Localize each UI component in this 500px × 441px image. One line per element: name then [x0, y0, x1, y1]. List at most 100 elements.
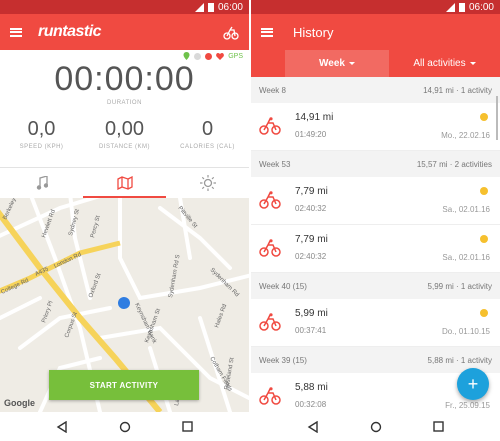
cycling-icon	[259, 387, 281, 405]
map-icon	[116, 176, 133, 190]
google-attribution: Google	[4, 398, 35, 408]
cycling-icon	[259, 191, 281, 209]
activity-date: Fr., 25.09.15	[445, 401, 490, 410]
app-bar: History	[251, 14, 500, 50]
activity-item[interactable]: 5,99 mi 00:37:41 Do., 01.10.15	[251, 299, 500, 347]
distance-value: 0,00	[105, 118, 144, 140]
activity-distance: 7,79 mi	[295, 186, 328, 197]
history-screen: 06:00 History Week All activities Week 8…	[251, 0, 500, 441]
menu-icon[interactable]	[10, 27, 22, 37]
activity-item[interactable]: 14,91 mi 01:49:20 Mo., 22.02.16	[251, 103, 500, 151]
signal-icon	[194, 2, 204, 12]
music-indicator-icon	[205, 52, 213, 60]
sun-icon	[480, 235, 488, 243]
add-activity-button[interactable]: +	[457, 368, 489, 400]
home-icon[interactable]	[370, 421, 382, 433]
speed-value: 0,0	[27, 118, 56, 140]
speed-label: SPEED (KPH)	[19, 144, 64, 150]
week-header: Week 8 14,91 mi · 1 activity	[251, 77, 500, 103]
history-list[interactable]: Week 8 14,91 mi · 1 activity 14,91 mi 01…	[251, 77, 500, 412]
week-label: Week 8	[259, 85, 286, 95]
status-time: 06:00	[217, 1, 243, 13]
back-icon[interactable]	[56, 420, 68, 433]
sun-icon	[480, 309, 488, 317]
week-header: Week 40 (15) 5,99 mi · 1 activity	[251, 273, 500, 299]
activity-filter-label: All activities	[413, 58, 466, 69]
tracker-tabs	[0, 168, 249, 198]
current-location-marker	[118, 297, 130, 309]
activity-date: Do., 01.10.15	[441, 327, 490, 336]
location-icon	[183, 52, 190, 60]
street-hales-rd: Hales Rd	[214, 303, 228, 328]
street-percy-st: Percy St	[90, 215, 102, 239]
week-label: Week 39 (15)	[259, 355, 307, 365]
distance-label: DISTANCE (KM)	[98, 144, 151, 150]
week-filter-dropdown[interactable]: Week	[285, 50, 389, 77]
activity-type-icon[interactable]	[223, 24, 239, 40]
tab-map[interactable]	[83, 168, 166, 198]
recents-icon[interactable]	[182, 421, 194, 432]
status-time: 06:00	[468, 1, 494, 13]
start-activity-button[interactable]: START ACTIVITY	[49, 370, 199, 400]
sensor-indicators: GPS	[183, 52, 243, 60]
week-header: Week 39 (15) 5,88 mi · 1 activity	[251, 347, 500, 373]
battery-icon	[207, 2, 214, 12]
week-summary: 15,57 mi · 2 activities	[416, 159, 492, 169]
scrollbar[interactable]	[496, 96, 498, 140]
power-song-icon	[194, 52, 202, 60]
sun-icon	[480, 113, 488, 121]
activity-item[interactable]: 7,79 mi 02:40:32 Sa., 02.01.16	[251, 177, 500, 225]
app-bar: runtastic	[0, 14, 249, 50]
stats-row: 0,0 SPEED (KPH) 0,00 DISTANCE (KM) 0 CAL…	[0, 118, 249, 150]
activity-distance: 7,79 mi	[295, 234, 328, 245]
sun-icon	[480, 187, 488, 195]
battery-icon	[458, 2, 465, 12]
street-priory-pl: Priory Pl	[41, 300, 54, 323]
distance-stat: 0,00 DISTANCE (KM)	[83, 118, 166, 150]
menu-icon[interactable]	[261, 27, 273, 37]
street-berkeley-st: Berkeley St	[2, 198, 21, 221]
tab-music[interactable]	[0, 168, 83, 198]
street-sydney-st: Sydney St	[68, 208, 81, 236]
tab-weather[interactable]	[166, 168, 249, 198]
speed-stat: 0,0 SPEED (KPH)	[0, 118, 83, 150]
calories-value: 0	[201, 118, 214, 140]
recents-icon[interactable]	[433, 421, 445, 432]
activity-distance: 14,91 mi	[295, 112, 334, 123]
heart-icon	[216, 52, 225, 60]
back-icon[interactable]	[307, 420, 319, 433]
cycling-icon	[259, 117, 281, 135]
chevron-down-icon	[348, 62, 355, 65]
cycling-icon	[259, 313, 281, 331]
activity-distance: 5,99 mi	[295, 308, 328, 319]
activity-filter-dropdown[interactable]: All activities	[389, 50, 500, 77]
chevron-down-icon	[469, 62, 476, 65]
tracker-screen: 06:00 runtastic GPS 00:00:00 DURATION 0,…	[0, 0, 249, 441]
calories-stat: 0 CALORIES (CAL)	[166, 118, 249, 150]
android-nav-bar	[0, 412, 249, 441]
week-label: Week 53	[259, 159, 291, 169]
cycling-icon	[259, 239, 281, 257]
status-bar: 06:00	[251, 0, 500, 14]
duration-value: 00:00:00	[54, 60, 195, 98]
gps-label: GPS	[228, 52, 243, 60]
street-roseland-st: Roseland St	[224, 357, 236, 391]
week-summary: 14,91 mi · 1 activity	[423, 85, 492, 95]
calories-label: CALORIES (CAL)	[180, 144, 235, 150]
filter-bar: Week All activities	[251, 50, 500, 77]
status-bar: 06:00	[0, 0, 249, 14]
activity-duration: 01:49:20	[295, 130, 327, 139]
week-summary: 5,99 mi · 1 activity	[427, 281, 492, 291]
activity-item[interactable]: 7,79 mi 02:40:32 Sa., 02.01.16	[251, 225, 500, 273]
activity-duration: 02:40:32	[295, 204, 327, 213]
page-title: History	[293, 24, 334, 40]
android-nav-bar	[251, 412, 500, 441]
music-icon	[36, 176, 48, 190]
week-filter-label: Week	[319, 58, 345, 69]
activity-date: Sa., 02.01.16	[442, 253, 490, 262]
activity-distance: 5,88 mi	[295, 382, 328, 393]
home-icon[interactable]	[119, 421, 131, 433]
street-oxford-st: Oxford St	[88, 273, 102, 299]
activity-date: Mo., 22.02.16	[441, 131, 490, 140]
activity-duration: 00:37:41	[295, 326, 327, 335]
